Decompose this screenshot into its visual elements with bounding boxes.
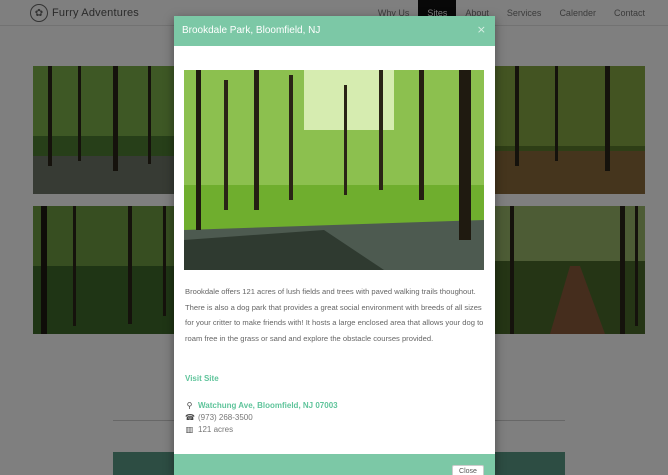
park-size: 121 acres <box>198 425 234 434</box>
modal-header: Brookdale Park, Bloomfield, NJ × <box>174 16 495 46</box>
close-button[interactable]: Close <box>452 465 484 475</box>
size-row: ▥ 121 acres <box>185 425 233 434</box>
park-photo <box>184 70 484 270</box>
visit-site-link[interactable]: Visit Site <box>185 374 219 383</box>
address-link[interactable]: Watchung Ave, Bloomfield, NJ 07003 <box>198 401 338 410</box>
phone-number: (973) 268-3500 <box>198 413 253 422</box>
map-icon: ▥ <box>185 425 194 434</box>
map-marker-icon: ⚲ <box>186 401 193 410</box>
site-description: Brookdale offers 121 acres of lush field… <box>185 287 484 343</box>
address-row: ⚲ Watchung Ave, Bloomfield, NJ 07003 <box>185 401 338 410</box>
close-icon[interactable]: × <box>477 23 486 36</box>
site-modal: Brookdale Park, Bloomfield, NJ × Brookda… <box>174 16 495 475</box>
modal-footer: Close <box>174 454 495 475</box>
phone-icon: ☎ <box>185 413 195 422</box>
modal-title: Brookdale Park, Bloomfield, NJ <box>182 25 321 36</box>
phone-row: ☎ (973) 268-3500 <box>185 413 253 422</box>
